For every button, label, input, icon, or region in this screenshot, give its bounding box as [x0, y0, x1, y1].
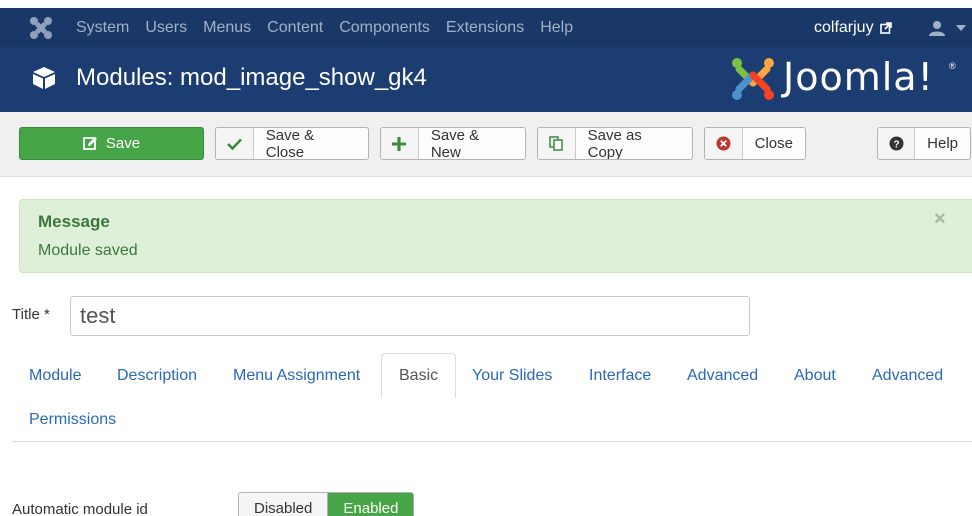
- tab-your-slides[interactable]: Your Slides: [455, 354, 569, 397]
- message-heading: Message: [38, 212, 110, 231]
- title-label: Title *: [12, 306, 50, 323]
- site-link[interactable]: colfarjuy: [814, 8, 892, 47]
- menu-system[interactable]: System: [68, 19, 137, 37]
- save-new-label: Save & New: [430, 127, 480, 160]
- page-title: Modules: mod_image_show_gk4: [76, 64, 427, 91]
- close-button[interactable]: Close: [704, 127, 806, 160]
- save-label: Save: [105, 135, 141, 152]
- site-name: colfarjuy: [814, 18, 874, 36]
- tab-about[interactable]: About: [777, 354, 853, 397]
- tab-bar-row2: Permissions: [12, 398, 972, 442]
- disabled-option[interactable]: Disabled: [239, 493, 329, 516]
- menu-help[interactable]: Help: [532, 19, 581, 37]
- plus-icon: [381, 128, 419, 159]
- question-icon: ?: [878, 128, 916, 159]
- tab-module[interactable]: Module: [12, 354, 98, 397]
- joomla-brand-icon: [732, 58, 774, 100]
- brand-name: Joomla!: [783, 55, 934, 99]
- menu-components[interactable]: Components: [331, 19, 438, 37]
- auto-module-id-label: Automatic module id: [12, 501, 148, 516]
- success-message: Message Module saved ×: [19, 199, 972, 273]
- tab-advanced-2[interactable]: Advanced: [855, 354, 960, 397]
- menu-content[interactable]: Content: [259, 19, 331, 37]
- tab-interface[interactable]: Interface: [572, 354, 668, 397]
- check-icon: [216, 128, 254, 159]
- message-text: Module saved: [38, 242, 138, 259]
- help-label: Help: [927, 135, 958, 152]
- svg-text:?: ?: [893, 139, 899, 150]
- registered-mark: ®: [949, 61, 956, 71]
- joomla-brand: Joomla! ®: [729, 55, 959, 105]
- menu-extensions[interactable]: Extensions: [438, 19, 532, 37]
- copy-icon: [538, 128, 576, 159]
- tab-basic[interactable]: Basic: [381, 353, 457, 398]
- tab-advanced[interactable]: Advanced: [670, 354, 775, 397]
- save-copy-button[interactable]: Save as Copy: [537, 127, 693, 160]
- close-label: Close: [754, 135, 793, 152]
- edit-icon: [82, 128, 98, 159]
- enabled-option[interactable]: Enabled: [328, 493, 414, 516]
- tab-menu-assignment[interactable]: Menu Assignment: [216, 354, 377, 397]
- user-menu[interactable]: [928, 19, 966, 37]
- save-copy-label: Save as Copy: [587, 127, 642, 160]
- caret-down-icon: [956, 25, 966, 31]
- cube-icon: [33, 67, 55, 89]
- top-strip: [0, 0, 972, 8]
- auto-module-id-toggle: Disabled Enabled: [238, 492, 415, 516]
- help-button[interactable]: ? Help: [877, 127, 971, 160]
- title-input[interactable]: [70, 296, 750, 336]
- save-close-label: Save & Close: [265, 127, 315, 160]
- menu-menus[interactable]: Menus: [195, 19, 259, 37]
- external-link-icon: [879, 21, 892, 34]
- main-menu: System Users Menus Content Components Ex…: [68, 8, 581, 47]
- tab-description[interactable]: Description: [100, 354, 214, 397]
- save-close-button[interactable]: Save & Close: [215, 127, 369, 160]
- save-new-button[interactable]: Save & New: [380, 127, 526, 160]
- save-button[interactable]: Save: [19, 127, 204, 160]
- close-icon[interactable]: ×: [934, 208, 946, 231]
- menu-users[interactable]: Users: [137, 19, 195, 37]
- close-circle-icon: [705, 128, 743, 159]
- toolbar: Save Save & Close Save & New Save as Cop…: [0, 112, 972, 177]
- user-icon: [929, 21, 945, 36]
- top-navbar: System Users Menus Content Components Ex…: [0, 8, 972, 47]
- joomla-logo-icon[interactable]: [28, 15, 54, 41]
- page-header: Modules: mod_image_show_gk4 Joomla! ®: [0, 47, 972, 112]
- tab-permissions[interactable]: Permissions: [12, 398, 133, 441]
- tab-bar: Module Description Menu Assignment Basic…: [12, 353, 972, 398]
